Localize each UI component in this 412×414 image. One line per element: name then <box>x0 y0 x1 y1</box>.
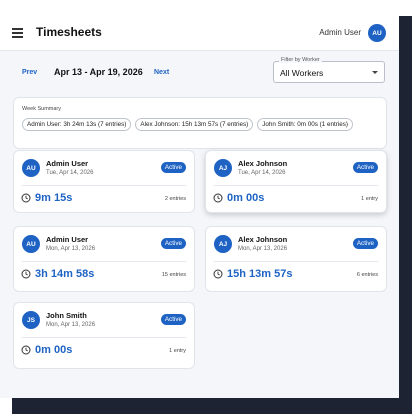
summary-chip[interactable]: John Smith: 0m 00s (1 entries) <box>257 118 353 131</box>
entry-count: 1 entry <box>169 348 186 354</box>
worker-name: Admin User <box>46 159 89 168</box>
date-range-label: Apr 13 - Apr 19, 2026 <box>54 67 143 77</box>
clock-icon <box>213 269 223 279</box>
timesheet-card[interactable]: AJ Alex Johnson Tue, Apr 14, 2026 Active… <box>205 150 387 213</box>
next-week-button[interactable]: Next <box>154 69 169 76</box>
worker-avatar: AU <box>22 235 40 253</box>
worker-avatar: JS <box>22 311 40 329</box>
page-title: Timesheets <box>36 25 102 39</box>
week-summary-panel: Week Summary Admin User: 3h 24m 13s (7 e… <box>13 97 387 149</box>
work-date: Mon, Apr 13, 2026 <box>46 322 96 328</box>
top-margin <box>0 0 412 16</box>
worker-name: Alex Johnson <box>238 235 288 244</box>
total-duration: 0m 00s <box>35 344 73 356</box>
card-divider <box>22 337 186 338</box>
status-badge: Active <box>160 314 186 325</box>
user-avatar[interactable]: AU <box>368 24 386 42</box>
entry-count: 2 entries <box>164 196 186 202</box>
card-divider <box>22 185 186 186</box>
filter-label: Filter by Worker <box>279 57 322 63</box>
status-badge: Active <box>352 238 378 249</box>
entry-count: 15 entries <box>161 272 186 278</box>
work-date: Mon, Apr 13, 2026 <box>238 246 288 252</box>
entry-count: 6 entries <box>356 272 378 278</box>
clock-icon <box>21 269 31 279</box>
worker-name: Alex Johnson <box>238 159 288 168</box>
timesheet-card[interactable]: JS John Smith Mon, Apr 13, 2026 Active 0… <box>13 302 195 369</box>
app-window: Timesheets Admin User AU Prev Apr 13 - A… <box>0 16 399 398</box>
status-badge: Active <box>352 162 378 173</box>
entry-count: 1 entry <box>361 196 378 202</box>
summary-chip[interactable]: Admin User: 3h 24m 13s (7 entries) <box>22 118 132 131</box>
filter-value: All Workers <box>280 68 324 78</box>
user-name: Admin User <box>319 28 361 37</box>
clock-icon <box>21 193 31 203</box>
worker-name: John Smith <box>46 311 87 320</box>
card-divider <box>22 261 186 262</box>
week-summary-title: Week Summary <box>22 106 62 112</box>
caret-down-icon <box>372 71 378 74</box>
total-duration: 0m 00s <box>227 192 265 204</box>
summary-chips: Admin User: 3h 24m 13s (7 entries) Alex … <box>22 118 353 131</box>
status-badge: Active <box>160 238 186 249</box>
app-bar: Timesheets Admin User AU <box>0 16 399 51</box>
worker-name: Admin User <box>46 235 89 244</box>
worker-filter-select[interactable]: Filter by Worker All Workers <box>273 57 385 83</box>
card-divider <box>214 261 378 262</box>
hamburger-menu-icon[interactable] <box>12 28 23 38</box>
card-divider <box>214 185 378 186</box>
week-navigation: Prev Apr 13 - Apr 19, 2026 Next Filter b… <box>0 50 399 96</box>
total-duration: 15h 13m 57s <box>227 268 293 280</box>
total-duration: 3h 14m 58s <box>35 268 95 280</box>
status-badge: Active <box>160 162 186 173</box>
worker-avatar: AJ <box>214 159 232 177</box>
work-date: Tue, Apr 14, 2026 <box>238 170 286 176</box>
worker-avatar: AJ <box>214 235 232 253</box>
summary-chip[interactable]: Alex Johnson: 15h 13m 57s (7 entries) <box>135 118 254 131</box>
work-date: Tue, Apr 14, 2026 <box>46 170 94 176</box>
worker-avatar: AU <box>22 159 40 177</box>
timesheet-card[interactable]: AU Admin User Tue, Apr 14, 2026 Active 9… <box>13 150 195 213</box>
total-duration: 9m 15s <box>35 192 73 204</box>
work-date: Mon, Apr 13, 2026 <box>46 246 96 252</box>
timesheet-card[interactable]: AJ Alex Johnson Mon, Apr 13, 2026 Active… <box>205 226 387 292</box>
clock-icon <box>213 193 223 203</box>
clock-icon <box>21 345 31 355</box>
prev-week-button[interactable]: Prev <box>22 69 37 76</box>
timesheet-card[interactable]: AU Admin User Mon, Apr 13, 2026 Active 3… <box>13 226 195 292</box>
